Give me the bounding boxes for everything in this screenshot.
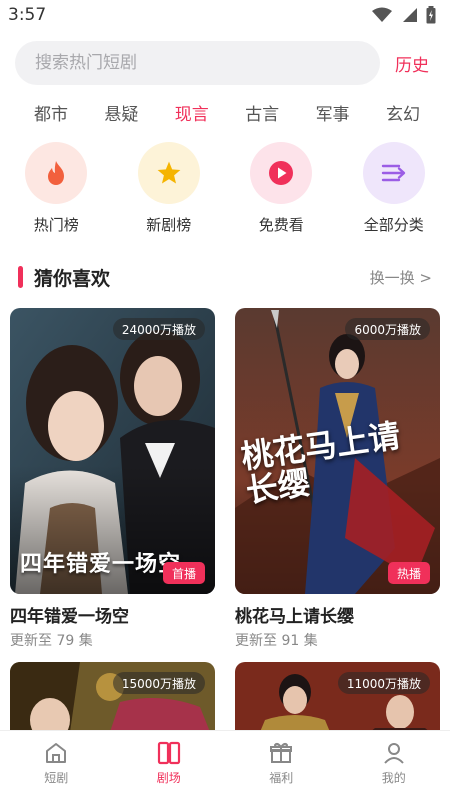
section-header: 猜你喜欢 换一换 >: [18, 262, 432, 292]
battery-icon: [426, 6, 436, 24]
play-count-badge: 11000万播放: [337, 672, 430, 694]
quick-entries: 热门榜 新剧榜 免费看 全部分类: [0, 142, 450, 242]
drama-card[interactable]: 11000万播放: [235, 662, 440, 732]
nav-label: 我的: [381, 771, 406, 785]
status-time: 3:57: [8, 5, 47, 25]
category-tab-xianyan[interactable]: 现言: [175, 100, 209, 130]
status-icons: [372, 6, 436, 24]
card-poster[interactable]: 6000万播放 桃花马上请长缨 热播: [235, 308, 440, 594]
play-count-badge: 24000万播放: [112, 318, 205, 340]
section-title: 猜你喜欢: [34, 267, 111, 290]
search-row: 历史: [15, 40, 435, 86]
card-poster[interactable]: 24000万播放 四年错爱一场空 首播: [10, 308, 215, 594]
section-title-wrap: 猜你喜欢: [18, 264, 110, 291]
history-button[interactable]: 历史: [395, 51, 429, 76]
nav-item-short-drama[interactable]: 短剧: [0, 731, 113, 800]
section-accent-bar: [18, 266, 23, 288]
status-bar: 3:57: [0, 0, 450, 30]
star-icon: [157, 161, 181, 184]
hot-tag: 热播: [387, 562, 430, 584]
premiere-tag: 首播: [162, 562, 205, 584]
quick-entry-circle: [362, 142, 425, 204]
home-icon: [46, 743, 67, 763]
list-arrow-icon: [381, 164, 405, 182]
drama-card[interactable]: 24000万播放 四年错爱一场空 首播 四年错爱一场空 更新至 79 集: [10, 308, 215, 650]
nav-label: 剧场: [156, 771, 181, 785]
category-tab-xuanyi[interactable]: 悬疑: [104, 100, 138, 130]
bottom-nav: 短剧 剧场 福利 我的: [0, 730, 450, 800]
nav-label: 福利: [269, 771, 294, 785]
play-circle-icon: [269, 161, 294, 185]
quick-entry-label: 免费看: [258, 216, 304, 234]
quick-entry-circle: [25, 142, 88, 204]
card-episodes: 更新至 79 集: [10, 633, 93, 649]
play-count-badge: 6000万播放: [345, 318, 430, 340]
category-tab-junshi[interactable]: 军事: [316, 100, 350, 130]
card-title[interactable]: 四年错爱一场空: [10, 602, 215, 627]
theater-icon: [157, 741, 180, 765]
category-tab-xuanhuan[interactable]: 玄幻: [386, 100, 420, 130]
quick-entry-label: 新剧榜: [146, 216, 192, 234]
quick-entry-label: 全部分类: [363, 216, 424, 234]
flame-icon: [48, 161, 65, 185]
refresh-button[interactable]: 换一换 >: [370, 267, 432, 288]
drama-card[interactable]: 15000万播放: [10, 662, 215, 732]
quick-entry-circle: [250, 142, 313, 204]
nav-item-welfare[interactable]: 福利: [225, 731, 338, 800]
card-poster[interactable]: 11000万播放: [235, 662, 440, 732]
nav-item-mine[interactable]: 我的: [338, 731, 450, 800]
gift-icon: [270, 742, 293, 763]
card-title[interactable]: 桃花马上请长缨: [235, 602, 440, 627]
search-box[interactable]: [15, 41, 380, 85]
category-tab-dushi[interactable]: 都市: [34, 100, 68, 130]
quick-entry-label: 热门榜: [33, 216, 79, 234]
nav-item-theater[interactable]: 剧场: [113, 731, 226, 800]
user-icon: [384, 743, 404, 764]
play-count-badge: 15000万播放: [112, 672, 205, 694]
signal-icon: [403, 8, 417, 22]
drama-card[interactable]: 6000万播放 桃花马上请长缨 热播 桃花马上请长缨 更新至 91 集: [235, 308, 440, 650]
quick-entry-new-rank[interactable]: 新剧榜: [113, 142, 226, 242]
quick-entry-circle: [137, 142, 200, 204]
nav-label: 短剧: [44, 771, 69, 785]
search-input[interactable]: [35, 53, 335, 73]
card-poster[interactable]: 15000万播放: [10, 662, 215, 732]
card-episodes: 更新至 91 集: [235, 633, 318, 649]
wifi-icon: [372, 7, 392, 22]
category-tab-guyan[interactable]: 古言: [245, 100, 279, 130]
quick-entry-hot-rank[interactable]: 热门榜: [0, 142, 113, 242]
poster-title: 四年错爱一场空: [20, 552, 182, 577]
category-tabs: 都市 悬疑 现言 古言 军事 玄幻: [0, 100, 450, 130]
quick-entry-free-watch[interactable]: 免费看: [225, 142, 338, 242]
quick-entry-all-categories[interactable]: 全部分类: [338, 142, 450, 242]
